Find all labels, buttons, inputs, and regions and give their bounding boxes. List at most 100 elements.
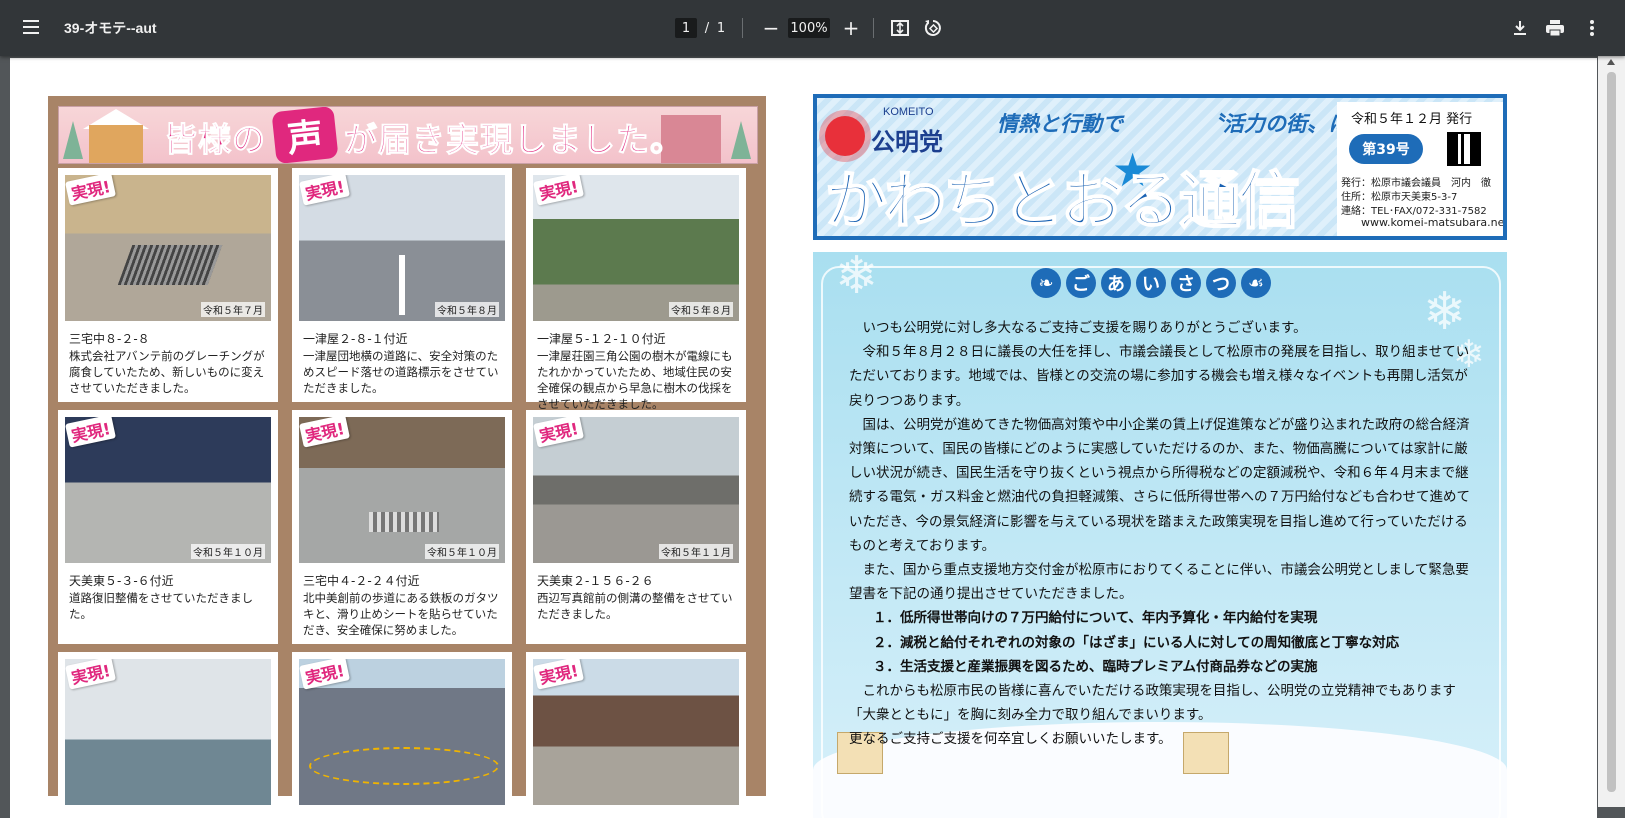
print-button[interactable] — [1541, 14, 1569, 42]
heading-ornament: ❧ — [1031, 268, 1061, 298]
greeting-paragraph: 更なるご支持ご支援を何卒宜しくお願いいたします。 — [849, 731, 1172, 748]
heading-char: ご — [1066, 268, 1096, 298]
fit-page-icon — [891, 20, 909, 36]
realized-badge: 実現! — [533, 175, 585, 206]
report-description: 道路復旧整備をさせていただきました。 — [69, 591, 253, 621]
realized-badge: 実現! — [533, 417, 585, 448]
greeting-paragraph: 国は、公明党が進めてきた物価高対策や中小企業の賃上げ促進策などが盛り込まれた政府… — [849, 416, 1470, 554]
report-description: 一津屋団地横の道路に、安全対策のためスピード落せの道路標示をさせていただきました… — [303, 349, 499, 395]
greeting-section: ❄ ❄ ❄ ❧ ご あ い さ つ ☙ いつも公明党に対し多大なるご支持ご支援を… — [813, 252, 1507, 818]
realized-badge: 実現! — [65, 417, 117, 448]
road-marking-illustration — [399, 255, 405, 315]
zoom-in-icon: + — [842, 16, 860, 40]
highlight-ellipse — [309, 747, 499, 785]
house-illustration — [89, 125, 143, 163]
greeting-heading: ❧ ご あ い さ つ ☙ — [1031, 268, 1271, 298]
report-card: 実現! — [292, 652, 512, 812]
report-card: 実現! 令和５年１１月 天美東２-１５６-２６ 西辺写真館前の側溝の整備をさせて… — [526, 410, 746, 644]
realized-badge: 実現! — [533, 659, 585, 690]
print-icon — [1546, 20, 1564, 37]
steel-plate-illustration — [369, 512, 439, 532]
newsletter-masthead: KOMEITO 公明党 情熱と行動で 〝活力の街〟に! ★ かわちとおる通信 令… — [813, 94, 1507, 240]
banner-text-before: 皆様の — [164, 120, 266, 160]
toolbar-divider — [742, 18, 743, 38]
photo-date: 令和５年１１月 — [659, 544, 733, 559]
report-photo: 実現! — [299, 659, 505, 805]
report-card: 実現! 令和５年７月 三宅中８-２-８ 株式会社アバンテ前のグレーチングが腐食し… — [58, 168, 278, 402]
heading-char: さ — [1171, 268, 1201, 298]
zoom-level-input[interactable]: 100% — [788, 18, 830, 38]
heading-char: い — [1136, 268, 1166, 298]
vertical-scrollbar[interactable] — [1598, 56, 1625, 807]
page-number-input[interactable]: 1 — [675, 18, 697, 38]
realized-badge: 実現! — [299, 417, 351, 448]
komeito-label: KOMEITO — [883, 106, 934, 118]
report-card: 実現! — [526, 652, 746, 812]
greeting-paragraph: いつも公明党に対し多大なるご支持ご支援を賜りありがとうございます。 — [862, 320, 1307, 336]
greeting-paragraph: 令和５年８月２８日に議長の大任を拝し、市議会議長として松原市の発展を目指し、取り… — [849, 344, 1470, 409]
realized-badge: 実現! — [65, 659, 117, 690]
report-address: 天美東２-１５６-２６ — [537, 574, 654, 588]
heading-ornament: ☙ — [1241, 268, 1271, 298]
request-item: １．低所得世帯向けの７万円給付について、年内予算化・年内給付を実現 — [873, 610, 1318, 627]
report-photo: 実現! — [65, 659, 271, 805]
tree-illustration — [63, 121, 83, 159]
rotate-icon — [924, 20, 941, 36]
issue-info-box: 令和５年１２月 発行 第39号 発行：松原市議会議員 河内 徹 住所：松原市天美… — [1337, 102, 1507, 236]
panel-banner: 皆様の 声 が届き実現しました。 — [58, 106, 758, 164]
more-actions-button[interactable] — [1578, 14, 1606, 42]
greeting-body: いつも公明党に対し多大なるご支持ご支援を賜りありがとうございます。 令和５年８月… — [849, 316, 1477, 752]
realized-badge: 実現! — [65, 175, 117, 206]
scrollbar-thumb[interactable] — [1607, 72, 1616, 792]
tree-illustration — [731, 121, 751, 159]
report-photo: 実現! 令和５年１０月 — [65, 417, 271, 563]
report-card: 実現! 令和５年１０月 三宅中４-２-２４付近 北中美創前の歩道にある鉄板のガタ… — [292, 410, 512, 644]
address-line: 住所：松原市天美東5-3-7 — [1341, 192, 1458, 203]
heading-char: あ — [1101, 268, 1131, 298]
request-list: １．低所得世帯向けの７万円給付について、年内予算化・年内給付を実現 ２．減税と給… — [849, 606, 1477, 679]
report-address: 天美東５-３-６付近 — [69, 574, 174, 588]
menu-button[interactable] — [14, 12, 48, 44]
fit-page-button[interactable] — [886, 14, 914, 42]
report-photo: 実現! 令和５年１０月 — [299, 417, 505, 563]
banner-voice-box: 声 — [271, 107, 339, 163]
banner-text-after: が届き実現しました。 — [344, 120, 684, 160]
menu-icon — [23, 20, 39, 22]
report-card: 実現! 令和５年８月 一津屋２-８-１付近 一津屋団地横の道路に、安全対策のため… — [292, 168, 512, 402]
banner-voice-char: 声 — [285, 116, 326, 161]
greeting-paragraph: これからも松原市民の皆様に喜んでいただける政策実現を目指し、公明党の立党精神でも… — [849, 683, 1456, 724]
photo-date: 令和５年１０月 — [191, 544, 265, 559]
zoom-in-button[interactable]: + — [837, 14, 865, 42]
report-description: 一津屋荘園三角公園の樹木が電線にもたれかかっていたため、地域住民の安全確保の観点… — [537, 349, 733, 411]
website-url: www.komei-matsubara.net/ — [1361, 216, 1507, 229]
download-icon — [1514, 21, 1526, 35]
photo-date: 令和５年８月 — [435, 302, 499, 317]
scroll-up-arrow-icon[interactable] — [1607, 59, 1615, 65]
pdf-toolbar: 39-オモテ--aut 1 / 1 − 100% + — [0, 0, 1625, 56]
report-address: 一津屋５-１２-１０付近 — [537, 332, 666, 346]
report-description: 西辺写真館前の側溝の整備をさせていただきました。 — [537, 591, 733, 621]
report-photo: 実現! — [533, 659, 739, 805]
more-vert-icon — [1590, 20, 1594, 36]
document-title: 39-オモテ--aut — [64, 20, 157, 36]
download-button[interactable] — [1506, 14, 1534, 42]
slogan-part-2: 〝活力の街〟に! — [1202, 112, 1359, 136]
newsletter-title: かわちとおる通信 — [824, 163, 1301, 237]
report-photo: 実現! 令和５年８月 — [533, 175, 739, 321]
photo-date: 令和５年１０月 — [425, 544, 499, 559]
report-address: 三宅中８-２-８ — [69, 332, 150, 346]
report-photo: 実現! 令和５年８月 — [299, 175, 505, 321]
toolbar-divider — [873, 18, 874, 38]
report-photo: 実現! 令和５年１１月 — [533, 417, 739, 563]
issue-number: 第39号 — [1349, 134, 1423, 164]
page-total: 1 — [716, 20, 726, 36]
report-card: 実現! — [58, 652, 278, 812]
zoom-out-button[interactable]: − — [757, 14, 785, 42]
realized-badge: 実現! — [299, 659, 351, 690]
report-address: 一津屋２-８-１付近 — [303, 332, 408, 346]
report-address: 三宅中４-２-２４付近 — [303, 574, 420, 588]
slogan-part-1: 情熱と行動で — [997, 112, 1123, 136]
report-description: 株式会社アバンテ前のグレーチングが腐食していたため、新しいものに変えさせていただ… — [69, 349, 265, 395]
rotate-button[interactable] — [919, 14, 947, 42]
menu-icon-bar — [23, 26, 39, 28]
